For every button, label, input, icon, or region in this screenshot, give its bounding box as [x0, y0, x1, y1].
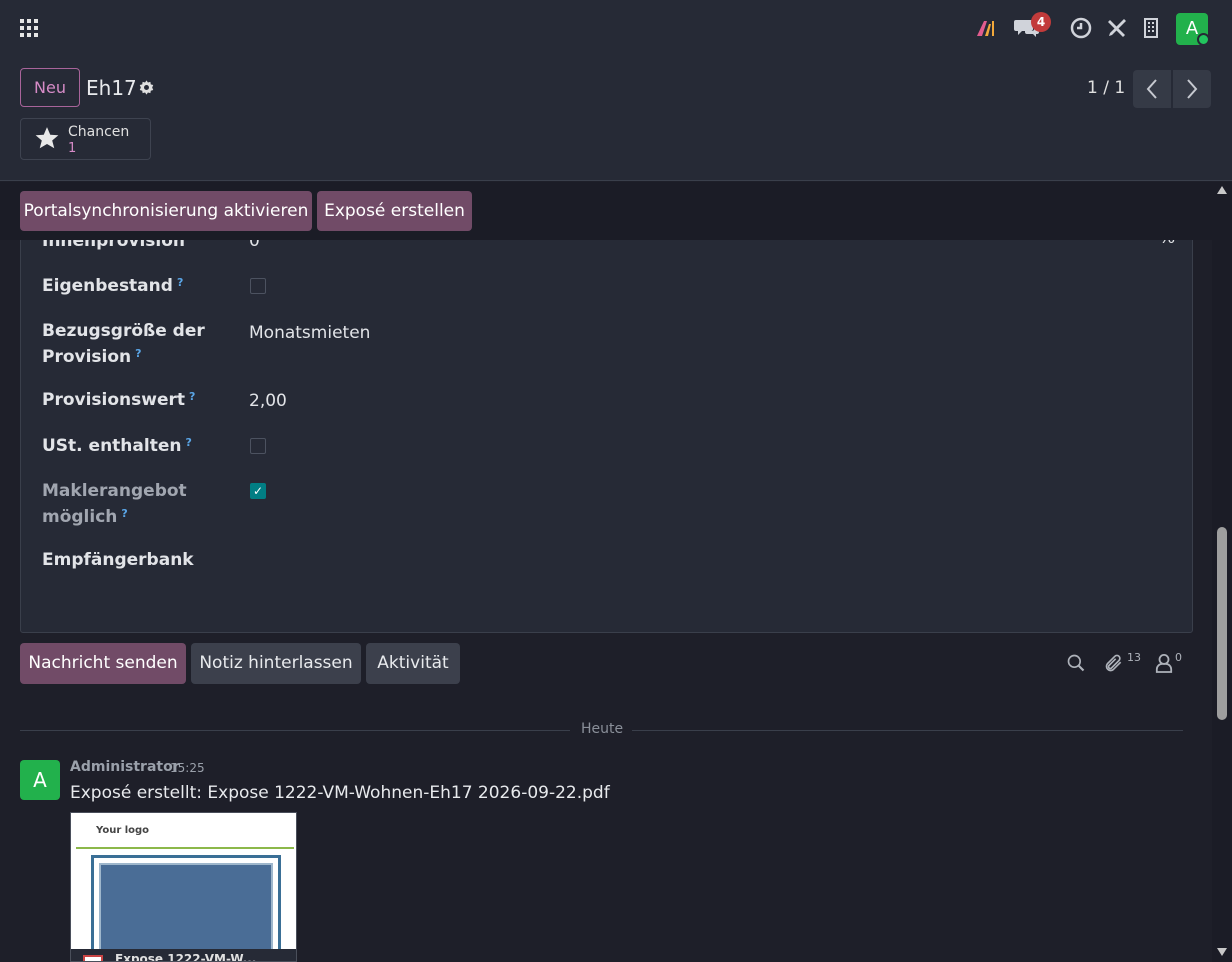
help-tooltip-icon[interactable]: ? [177, 276, 183, 289]
pager-previous-button[interactable] [1133, 70, 1171, 108]
pdf-attachment-preview[interactable]: Your logo Expose 1222-VM-W... [70, 812, 297, 962]
date-separator-line [20, 730, 570, 731]
send-message-button[interactable]: Nachricht senden [20, 643, 186, 684]
eigenbestand-checkbox[interactable] [250, 278, 266, 294]
help-tooltip-icon[interactable]: ? [135, 347, 141, 360]
followers-icon[interactable] [1155, 653, 1173, 678]
debug-tools-icon[interactable] [1105, 16, 1129, 40]
online-status-dot [1197, 33, 1210, 46]
paperclip-icon[interactable] [1104, 653, 1124, 678]
help-tooltip-icon[interactable]: ? [121, 507, 127, 520]
attachment-filename: Expose 1222-VM-W... [115, 952, 257, 962]
ust-enthalten-label: USt. enthalten? [42, 436, 192, 456]
maklerangebot-checkbox[interactable]: ✓ [250, 483, 266, 499]
empfaengerbank-label: Empfängerbank [42, 550, 194, 570]
maklerangebot-label: Maklerangebot möglich? [42, 481, 187, 527]
smart-button-label: Chancen [68, 124, 130, 140]
date-separator-line [632, 730, 1183, 731]
attachment-image-area [99, 863, 273, 960]
activity-button[interactable]: Aktivität [366, 643, 460, 684]
followers-count: 0 [1175, 651, 1182, 664]
message-time: 15:25 [170, 761, 205, 775]
bezugsgroesse-label: Bezugsgröße der Provision? [42, 321, 205, 367]
scrollbar-thumb[interactable] [1217, 527, 1227, 720]
message-body: Exposé erstellt: Expose 1222-VM-Wohnen-E… [70, 783, 610, 803]
control-panel: Neu Eh17 1 / 1 Chancen 1 [0, 56, 1232, 181]
provisionswert-value[interactable]: 2,00 [249, 388, 287, 414]
smart-button-count: 1 [68, 141, 77, 156]
message-author-avatar[interactable]: A [20, 760, 60, 800]
app-menu-icon[interactable] [20, 19, 38, 37]
attachments-count: 13 [1127, 651, 1141, 664]
help-tooltip-icon[interactable]: ? [185, 436, 191, 449]
smart-button-chancen[interactable]: Chancen 1 [20, 118, 151, 160]
pdf-file-icon [83, 955, 103, 961]
top-navbar: 4 A [0, 0, 1232, 56]
eigenbestand-label: Eigenbestand? [42, 276, 184, 296]
message-author[interactable]: Administrator [70, 759, 180, 775]
status-button-bar: Portalsynchronisierung aktivieren Exposé… [0, 182, 1212, 240]
scroll-up-arrow[interactable] [1217, 186, 1227, 194]
gear-icon[interactable] [138, 79, 155, 101]
pager-value[interactable]: 1 / 1 [1087, 78, 1125, 98]
attachment-logo-text: Your logo [96, 825, 150, 836]
record-title: Eh17 [86, 76, 137, 100]
bezugsgroesse-value[interactable]: Monatsmieten [249, 320, 370, 346]
message-count-badge: 4 [1031, 12, 1051, 32]
form-sheet: Innenprovision 0 % Eigenbestand? Bezugsg… [20, 200, 1193, 633]
attachment-footer: Expose 1222-VM-W... [71, 949, 296, 962]
company-building-icon[interactable] [1139, 16, 1163, 40]
new-record-button[interactable]: Neu [20, 68, 80, 107]
provisionswert-label: Provisionswert? [42, 390, 196, 410]
log-note-button[interactable]: Notiz hinterlassen [191, 643, 361, 684]
scroll-down-arrow[interactable] [1217, 948, 1227, 956]
date-separator-label: Heute [581, 721, 624, 737]
ust-enthalten-checkbox[interactable] [250, 438, 266, 454]
help-tooltip-icon[interactable]: ? [189, 390, 195, 403]
activity-clock-icon[interactable] [1069, 16, 1093, 40]
portal-sync-button[interactable]: Portalsynchronisierung aktivieren [20, 191, 312, 231]
ai-icon[interactable] [974, 16, 998, 40]
attachment-page-frame [91, 855, 281, 961]
vertical-scrollbar[interactable] [1212, 182, 1232, 962]
attachment-header-line [76, 847, 294, 849]
star-icon [34, 125, 60, 157]
pager-next-button[interactable] [1173, 70, 1211, 108]
create-expose-button[interactable]: Exposé erstellen [317, 191, 472, 231]
search-icon[interactable] [1066, 653, 1086, 678]
